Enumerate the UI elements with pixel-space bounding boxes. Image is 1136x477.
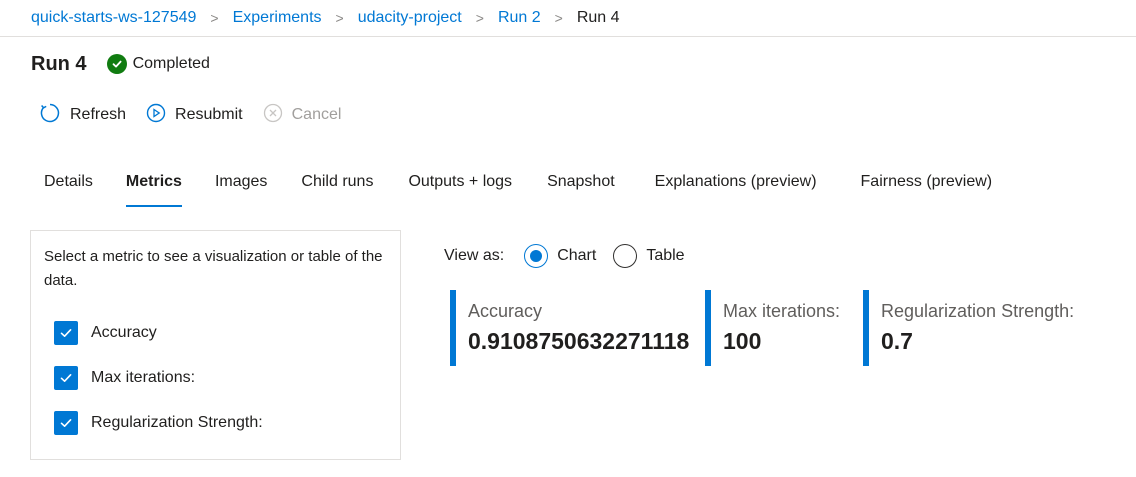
check-circle-icon [106,54,127,74]
metric-selection-panel: Select a metric to see a visualization o… [30,230,401,460]
tab-child-runs[interactable]: Child runs [301,168,373,208]
title-row: Run 4 Completed [31,50,210,78]
tab-fairness[interactable]: Fairness (preview) [861,168,993,208]
radio-chart-label: Chart [557,247,597,264]
metric-card-regularization: Regularization Strength: 0.7 [863,290,1074,366]
panel-description: Select a metric to see a visualization o… [44,248,383,289]
page-title: Run 4 [31,52,87,75]
metric-card-value: 0.9108750632271118 [468,328,690,354]
metric-checkbox-regularization[interactable]: Regularization Strength: [54,411,263,435]
checkmark-icon [54,366,78,390]
resubmit-button[interactable]: Resubmit [146,103,243,128]
metric-checkbox-max-iterations[interactable]: Max iterations: [54,366,195,390]
radio-chart[interactable]: Chart [524,244,596,268]
metric-label: Accuracy [91,324,157,341]
metric-card-accuracy: Accuracy 0.9108750632271118 [450,290,689,366]
chevron-right-icon: > [554,10,563,26]
breadcrumb-parent-run[interactable]: Run 2 [498,9,541,27]
radio-table-label: Table [646,247,685,264]
radio-table[interactable]: Table [613,244,685,268]
tab-explanations[interactable]: Explanations (preview) [655,168,817,208]
header-divider [0,36,1136,37]
cancel-button[interactable]: Cancel [263,103,342,128]
metric-card-max-iterations: Max iterations: 100 [705,290,840,366]
tab-bar: Details Metrics Images Child runs Output… [44,168,992,208]
status-text: Completed [132,55,210,72]
checkmark-icon [54,321,78,345]
metric-label: Regularization Strength: [91,414,263,431]
refresh-button[interactable]: Refresh [39,102,126,129]
metric-card-value: 0.7 [881,328,913,354]
checkmark-icon [54,411,78,435]
chevron-right-icon: > [210,10,219,26]
tab-outputs-logs[interactable]: Outputs + logs [408,168,512,208]
chevron-right-icon: > [335,10,344,26]
tab-snapshot[interactable]: Snapshot [547,168,615,208]
metric-checkbox-accuracy[interactable]: Accuracy [54,321,157,345]
tab-metrics[interactable]: Metrics [125,168,182,208]
refresh-label: Refresh [70,106,127,123]
play-circle-icon [146,103,175,128]
metric-card-value: 100 [723,328,762,354]
metric-card-label: Regularization Strength: [881,301,1075,321]
tab-details[interactable]: Details [44,168,93,208]
radio-unselected-icon [613,244,638,268]
metric-card-label: Accuracy [468,301,543,321]
view-as-group: View as: Chart Table [444,243,685,269]
resubmit-label: Resubmit [175,106,243,123]
refresh-icon [39,102,70,129]
breadcrumb-workspace[interactable]: quick-starts-ws-127549 [31,9,196,27]
breadcrumb-experiments[interactable]: Experiments [233,9,322,27]
breadcrumb: quick-starts-ws-127549 > Experiments > u… [31,0,620,36]
view-as-label: View as: [444,247,505,264]
tab-images[interactable]: Images [215,168,267,208]
radio-selected-icon [524,244,549,268]
status-badge: Completed [106,54,210,74]
metric-label: Max iterations: [91,369,196,386]
cancel-label: Cancel [291,106,342,123]
cancel-circle-icon [263,103,292,128]
chevron-right-icon: > [475,10,484,26]
breadcrumb-experiment[interactable]: udacity-project [358,9,462,27]
breadcrumb-current: Run 4 [576,9,620,26]
toolbar: Refresh Resubmit Cancel [39,102,361,128]
metric-card-label: Max iterations: [723,301,841,321]
